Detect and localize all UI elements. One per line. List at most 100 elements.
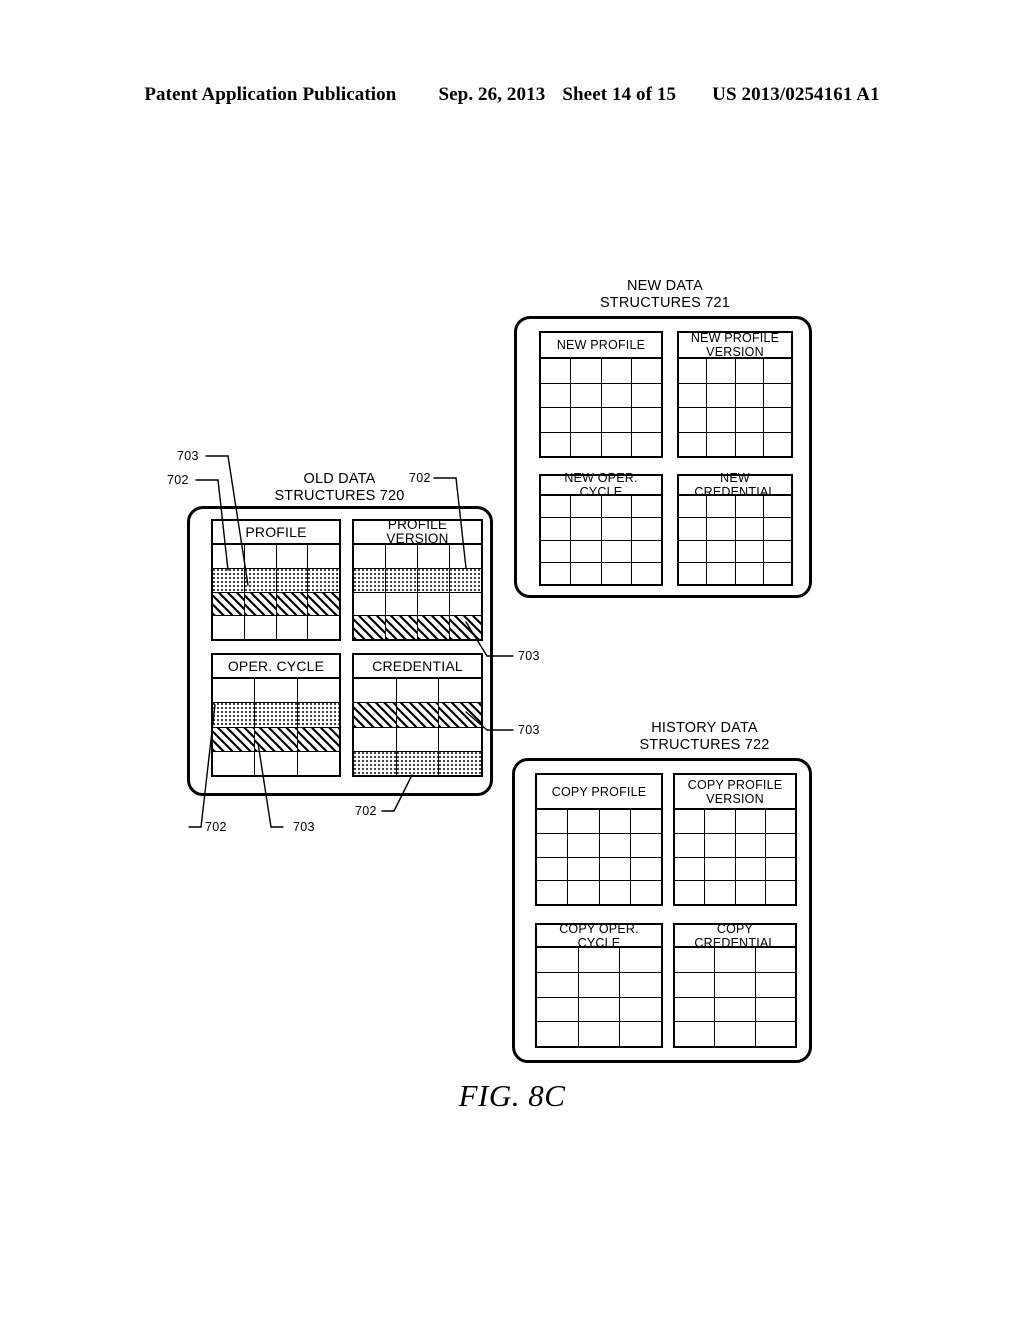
table-cell: [707, 383, 736, 407]
table-row: [541, 496, 661, 519]
table-cell: [675, 857, 706, 881]
table-row: [354, 545, 481, 569]
table-cell: [213, 545, 245, 568]
table-cell: [599, 857, 631, 881]
new-data-structures-caption: NEW DATA STRUCTURES 721: [599, 278, 731, 311]
table-row: [679, 562, 791, 584]
table-cell: [276, 592, 309, 616]
table-cell: [213, 703, 256, 727]
table-cell: [631, 540, 661, 562]
table-cell: [354, 616, 386, 639]
table-row: [679, 383, 791, 408]
table-cell: [578, 948, 621, 972]
table-cell: [450, 568, 481, 592]
table-row: [675, 972, 795, 998]
table-cell: [630, 881, 661, 904]
table-copy-profile-version-title: COPY PROFILE VERSION: [675, 775, 795, 810]
table-cell: [537, 972, 579, 997]
table-row: [213, 751, 339, 775]
callout-702-top-left: 702: [167, 473, 189, 487]
table-cell: [705, 810, 736, 833]
table-cell: [297, 727, 339, 751]
table-profile-title: PROFILE: [213, 521, 339, 545]
table-row: [213, 545, 339, 569]
table-row: [679, 540, 791, 563]
table-cell: [439, 727, 482, 751]
table-new-profile: NEW PROFILE: [539, 331, 663, 458]
table-copy-credential-title: COPY CREDENTIAL: [675, 922, 795, 950]
table-row: [541, 359, 661, 384]
table-cell: [763, 383, 791, 407]
table-cell: [244, 616, 277, 639]
table-cell: [213, 616, 245, 639]
table-cell: [705, 881, 736, 904]
table-cell: [571, 540, 602, 562]
table-cell: [765, 881, 795, 904]
table-cell: [255, 751, 298, 775]
table-cell: [541, 359, 572, 383]
table-cell: [571, 383, 602, 407]
table-copy-profile-version: COPY PROFILE VERSION: [673, 773, 797, 906]
table-cell: [308, 568, 339, 592]
table-cell: [541, 383, 572, 407]
table-cell: [308, 592, 339, 616]
table-cell: [386, 616, 418, 639]
table-cell: [571, 359, 602, 383]
table-cell: [631, 383, 661, 407]
table-cell: [244, 568, 277, 592]
table-row: [675, 810, 795, 834]
table-cell: [763, 496, 791, 518]
callout-leader-lines: [188, 455, 514, 828]
callout-703-bottom-middle: 703: [293, 820, 315, 834]
table-cell: [705, 833, 736, 857]
table-cell: [735, 408, 764, 432]
table-cell: [735, 562, 764, 584]
table-cell: [765, 833, 795, 857]
table-cell: [541, 496, 572, 518]
table-cell: [735, 518, 764, 540]
table-cell: [631, 562, 661, 584]
table-cell: [763, 359, 791, 383]
table-cell: [450, 616, 481, 639]
table-cell: [386, 592, 418, 616]
table-cell: [601, 359, 632, 383]
table-row: [213, 679, 339, 704]
table-cell: [297, 751, 339, 775]
table-cell: [715, 948, 756, 972]
table-new-profile-version: NEW PROFILE VERSION: [677, 331, 793, 458]
table-cell: [763, 518, 791, 540]
table-cell: [599, 810, 631, 833]
table-row: [537, 881, 661, 904]
table-cell: [675, 948, 716, 972]
table-cell: [735, 857, 766, 881]
table-cell: [568, 810, 600, 833]
table-row: [354, 592, 481, 617]
table-row: [537, 1022, 662, 1046]
table-cell: [386, 568, 418, 592]
table-cell: [707, 408, 736, 432]
table-cell: [537, 997, 579, 1022]
table-new-oper-cycle: NEW OPER. CYCLE: [539, 471, 663, 586]
table-cell: [705, 857, 736, 881]
table-row: [354, 679, 482, 704]
table-new-credential-title: NEW CREDENTIAL: [679, 471, 791, 499]
table-cell: [578, 1022, 621, 1046]
table-cell: [541, 432, 572, 456]
table-cell: [630, 833, 661, 857]
table-cell: [715, 972, 756, 997]
table-profile-version: PROFILE VERSION: [352, 518, 483, 641]
table-cell: [439, 751, 482, 775]
table-cell: [675, 833, 706, 857]
table-row: [675, 997, 795, 1023]
table-cell: [675, 881, 706, 904]
table-row: [213, 703, 339, 728]
table-cell: [213, 727, 256, 751]
table-cell: [541, 540, 572, 562]
table-cell: [213, 568, 245, 592]
table-row: [675, 1022, 795, 1046]
table-row: [213, 616, 339, 639]
table-cell: [763, 562, 791, 584]
table-cell: [308, 545, 339, 568]
table-cell: [354, 703, 397, 727]
table-credential: CREDENTIAL: [352, 653, 483, 777]
